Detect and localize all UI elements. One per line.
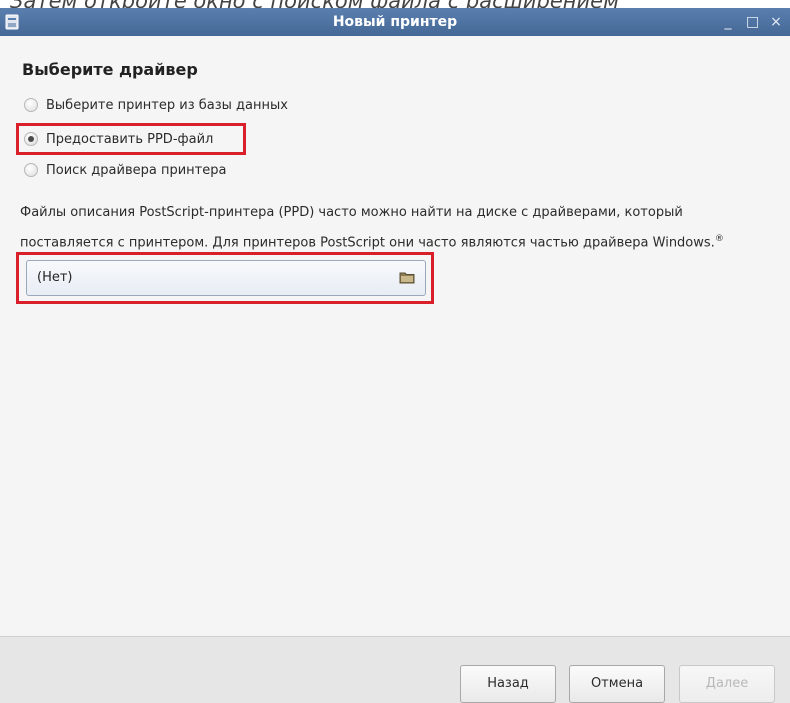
title-bar[interactable]: Новый принтер _ □ × xyxy=(0,8,790,36)
window-title: Новый принтер xyxy=(332,14,458,30)
option-ppd-file[interactable]: Предоставить PPD-файл xyxy=(24,128,213,150)
radio-database[interactable] xyxy=(24,98,38,112)
option-database-label: Выберите принтер из базы данных xyxy=(46,97,288,113)
radio-ppd-file[interactable] xyxy=(24,132,38,146)
radio-search-driver[interactable] xyxy=(24,163,38,177)
ppd-file-chooser[interactable]: (Нет) xyxy=(26,260,426,296)
option-ppd-file-label: Предоставить PPD-файл xyxy=(46,131,214,147)
file-chooser-value: (Нет) xyxy=(37,270,73,285)
cancel-button[interactable]: Отмена xyxy=(569,665,665,703)
maximize-button[interactable]: □ xyxy=(746,8,759,36)
option-search-driver-label: Поиск драйвера принтера xyxy=(46,162,227,178)
description-line-1: Файлы описания PostScript-принтера (PPD)… xyxy=(20,205,683,220)
option-database[interactable]: Выберите принтер из базы данных xyxy=(24,94,288,116)
ppd-description: Файлы описания PostScript-принтера (PPD)… xyxy=(20,200,780,256)
description-line-2: поставляется с принтером. Для принтеров … xyxy=(20,235,715,251)
folder-icon[interactable] xyxy=(399,271,415,284)
next-button[interactable]: Далее xyxy=(679,665,775,703)
minimize-button[interactable]: _ xyxy=(722,8,734,36)
back-button[interactable]: Назад xyxy=(460,665,556,703)
new-printer-window: Новый принтер _ □ × Выберите драйвер Выб… xyxy=(0,8,790,703)
option-search-driver[interactable]: Поиск драйвера принтера xyxy=(24,159,226,181)
page-heading: Выберите драйвер xyxy=(22,60,198,79)
close-button[interactable]: × xyxy=(770,8,782,36)
button-bar: Назад Отмена Далее xyxy=(0,636,790,703)
registered-mark: ® xyxy=(714,234,724,244)
